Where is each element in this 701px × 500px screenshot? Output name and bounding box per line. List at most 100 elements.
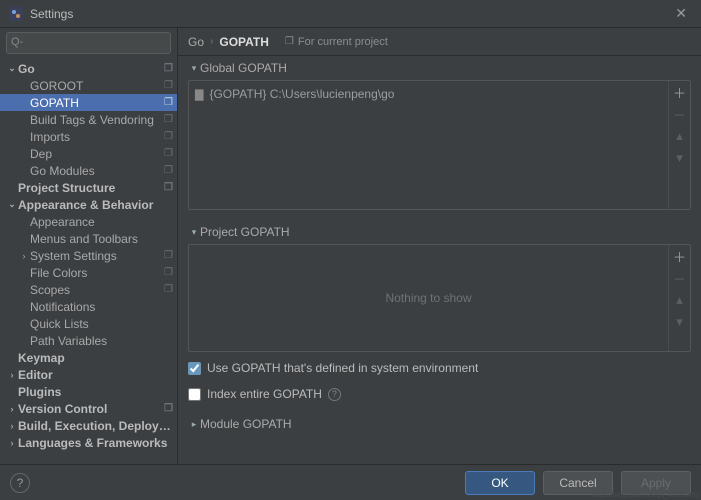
layers-icon: ❐ (164, 97, 173, 108)
move-up-button[interactable]: ▴ (669, 289, 690, 311)
settings-main: Go › GOPATH ❐ For current project ▾ Glob… (178, 28, 701, 464)
sidebar-item-label: Project Structure (18, 181, 160, 195)
move-down-button[interactable]: ▾ (669, 147, 690, 169)
sidebar-item-label: GOROOT (30, 79, 160, 93)
sidebar-item-label: Build, Execution, Deployment (18, 419, 173, 433)
remove-button[interactable]: － (669, 103, 690, 125)
move-up-button[interactable]: ▴ (669, 125, 690, 147)
sidebar-item-path-variables[interactable]: Path Variables (0, 332, 177, 349)
sidebar-item-label: Go Modules (30, 164, 160, 178)
chevron-down-icon: ⌄ (6, 63, 18, 74)
sidebar-item-label: Version Control (18, 402, 160, 416)
chevron-right-icon: ▸ (188, 419, 200, 430)
layers-icon: ❐ (164, 182, 173, 193)
chevron-right-icon: › (6, 404, 18, 414)
chevron-down-icon: ⌄ (6, 199, 18, 210)
folder-icon: ▇ (195, 88, 203, 101)
section-project-gopath[interactable]: ▾ Project GOPATH (188, 220, 691, 244)
chevron-right-icon: › (18, 251, 30, 261)
index-entire-gopath-checkbox[interactable] (188, 388, 201, 401)
chevron-down-icon: ▾ (188, 227, 200, 238)
sidebar-item-appearance[interactable]: Appearance (0, 213, 177, 230)
sidebar-item-label: Build Tags & Vendoring (30, 113, 160, 127)
index-entire-gopath-option[interactable]: Index entire GOPATH ? (188, 384, 691, 404)
sidebar-item-dep[interactable]: Dep❐ (0, 145, 177, 162)
help-icon[interactable]: ? (328, 388, 341, 401)
ok-button[interactable]: OK (465, 471, 535, 495)
project-gopath-list[interactable]: Nothing to show ＋ － ▴ ▾ (188, 244, 691, 352)
settings-tree[interactable]: ⌄Go❐GOROOT❐GOPATH❐Build Tags & Vendoring… (0, 58, 177, 464)
checkbox-label: Use GOPATH that's defined in system envi… (207, 361, 478, 375)
sidebar-item-imports[interactable]: Imports ❐ (0, 128, 177, 145)
layers-icon: ❐ (164, 403, 173, 414)
sidebar-item-system-settings[interactable]: ›System Settings❐ (0, 247, 177, 264)
sidebar-item-label: Keymap (18, 351, 173, 365)
move-down-button[interactable]: ▾ (669, 311, 690, 333)
app-icon (8, 6, 24, 22)
sidebar-item-plugins[interactable]: Plugins (0, 383, 177, 400)
cancel-button[interactable]: Cancel (543, 471, 613, 495)
layers-icon: ❐ (164, 131, 173, 142)
sidebar-item-scopes[interactable]: Scopes❐ (0, 281, 177, 298)
sidebar-item-notifications[interactable]: Notifications (0, 298, 177, 315)
section-title: Module GOPATH (200, 417, 292, 431)
sidebar-item-gopath[interactable]: GOPATH❐ (0, 94, 177, 111)
section-module-gopath[interactable]: ▸ Module GOPATH (188, 412, 691, 436)
sidebar-item-label: Notifications (30, 300, 173, 314)
checkbox-label: Index entire GOPATH (207, 387, 322, 401)
sidebar-item-go-modules[interactable]: Go Modules ❐ (0, 162, 177, 179)
sidebar-item-label: Editor (18, 368, 173, 382)
layers-icon: ❐ (164, 148, 173, 159)
apply-button[interactable]: Apply (621, 471, 691, 495)
close-icon[interactable]: ✕ (669, 3, 693, 24)
sidebar-item-quick-lists[interactable]: Quick Lists (0, 315, 177, 332)
sidebar-item-label: Menus and Toolbars (30, 232, 173, 246)
layers-icon: ❐ (164, 165, 173, 176)
chevron-right-icon: › (210, 36, 213, 47)
chevron-right-icon: › (6, 370, 18, 380)
use-system-gopath-option[interactable]: Use GOPATH that's defined in system envi… (188, 358, 691, 378)
sidebar-item-menus-and-toolbars[interactable]: Menus and Toolbars (0, 230, 177, 247)
dialog-footer: ? OK Cancel Apply (0, 464, 701, 500)
chevron-right-icon: › (6, 421, 18, 431)
chevron-right-icon: › (6, 438, 18, 448)
sidebar-item-label: Appearance & Behavior (18, 198, 173, 212)
section-title: Project GOPATH (200, 225, 290, 239)
sidebar-item-file-colors[interactable]: File Colors❐ (0, 264, 177, 281)
titlebar: Settings ✕ (0, 0, 701, 28)
use-system-gopath-checkbox[interactable] (188, 362, 201, 375)
sidebar-item-goroot[interactable]: GOROOT ❐ (0, 77, 177, 94)
section-title: Global GOPATH (200, 61, 287, 75)
global-gopath-list[interactable]: ▇ {GOPATH} C:\Users\lucienpeng\go ＋ － ▴ … (188, 80, 691, 210)
sidebar-item-languages-frameworks[interactable]: ›Languages & Frameworks (0, 434, 177, 451)
empty-label: Nothing to show (189, 245, 668, 351)
breadcrumb: Go › GOPATH ❐ For current project (178, 28, 701, 56)
breadcrumb-root[interactable]: Go (188, 35, 204, 49)
layers-icon: ❐ (164, 80, 173, 91)
search-input[interactable] (6, 32, 171, 54)
help-button[interactable]: ? (10, 473, 30, 493)
sidebar-item-label: Go (18, 62, 160, 76)
sidebar-item-editor[interactable]: ›Editor (0, 366, 177, 383)
remove-button[interactable]: － (669, 267, 690, 289)
layers-icon: ❐ (164, 284, 173, 295)
breadcrumb-current: GOPATH (219, 35, 269, 49)
add-button[interactable]: ＋ (669, 81, 690, 103)
sidebar-item-project-structure[interactable]: Project Structure ❐ (0, 179, 177, 196)
list-item[interactable]: ▇ {GOPATH} C:\Users\lucienpeng\go (195, 85, 662, 103)
scope-label: For current project (298, 36, 388, 48)
sidebar-item-version-control[interactable]: ›Version Control ❐ (0, 400, 177, 417)
add-button[interactable]: ＋ (669, 245, 690, 267)
sidebar-item-build-execution-deployment[interactable]: ›Build, Execution, Deployment (0, 417, 177, 434)
sidebar-item-appearance-behavior[interactable]: ⌄Appearance & Behavior (0, 196, 177, 213)
section-global-gopath[interactable]: ▾ Global GOPATH (188, 56, 691, 80)
sidebar-item-label: Imports (30, 130, 160, 144)
sidebar-item-label: Appearance (30, 215, 173, 229)
layers-icon: ❐ (164, 114, 173, 125)
path-label: {GOPATH} C:\Users\lucienpeng\go (209, 87, 394, 101)
sidebar-item-label: Quick Lists (30, 317, 173, 331)
sidebar-item-go[interactable]: ⌄Go❐ (0, 60, 177, 77)
sidebar-item-build-tags-vendoring[interactable]: Build Tags & Vendoring ❐ (0, 111, 177, 128)
layers-icon: ❐ (164, 250, 173, 261)
sidebar-item-keymap[interactable]: Keymap (0, 349, 177, 366)
